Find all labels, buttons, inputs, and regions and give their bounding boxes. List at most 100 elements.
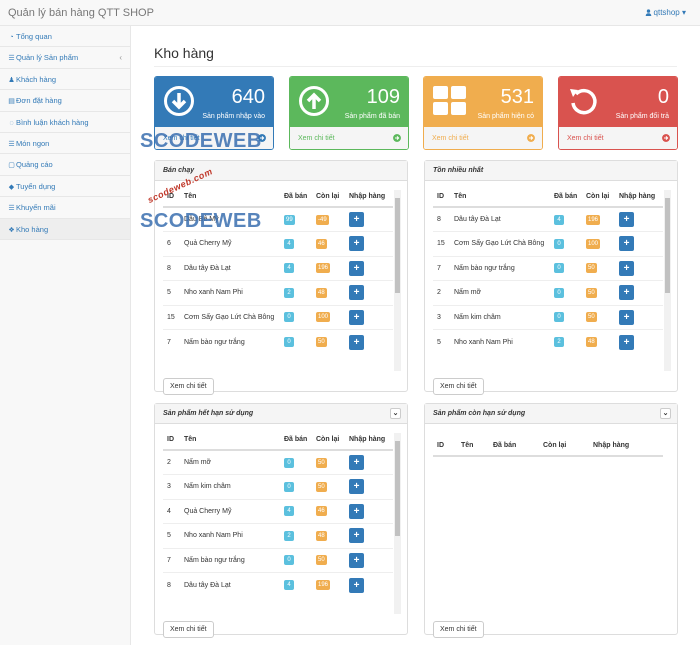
import-button[interactable]: + [349,285,364,301]
import-button[interactable]: + [349,503,364,519]
square-icon: ▢ [8,162,15,170]
user-name: qttshop ▾ [653,8,686,17]
sidebar-item-warehouse[interactable]: ❖Kho hàng [0,218,130,240]
import-button[interactable]: + [619,285,634,301]
card-returned: 0 Sản phẩm đổi trả Xem chi tiết [558,76,678,150]
col-sold: Đã bán [280,433,312,451]
sidebar-item-dashboard[interactable]: ◔ Tổng quan [0,26,130,48]
sidebar: ◔ Tổng quan ☰Quản lý Sản phẩm ‹ ♟Khách hàn… [0,26,131,645]
panel-most-stock: Tồn nhiều nhất ID Tên Đã bán Còn lại Nhậ… [424,160,678,395]
cell-id: 3 [433,304,450,330]
user-menu[interactable]: qttshop ▾ [645,8,686,17]
scrollbar-thumb[interactable] [665,198,670,293]
table-row: 8 Dâu tây Đà Lạt 4 196 + [433,206,663,232]
watermark-logo: SCODEWEB [140,210,262,232]
plus-icon: + [353,505,360,517]
top-navbar: Quản lý bán hàng QTT SHOP qttshop ▾ [0,0,700,26]
cell-id: 8 [163,572,180,597]
sold-badge: 4 [284,263,294,274]
import-button[interactable]: + [349,236,364,252]
product-table: ID Tên Đã bán Còn lại Nhập hàng 8 Dâu tây… [433,190,663,354]
plus-icon: + [353,336,360,348]
import-button[interactable]: + [619,212,634,227]
import-button[interactable]: + [349,455,364,470]
plus-icon: + [353,579,360,591]
detail-button[interactable]: Xem chi tiết [433,621,484,638]
cell-id: 6 [163,231,180,256]
left-badge: 46 [316,506,327,517]
import-button[interactable]: + [349,260,364,276]
card-caption: Sản phẩm đổi trả [615,113,669,120]
import-button[interactable]: + [349,528,364,544]
card-sold: 109 Sản phẩm đã bán Xem chi tiết [289,76,409,150]
scrollbar[interactable] [394,433,401,614]
import-button[interactable]: + [619,309,634,325]
import-button[interactable]: + [349,334,364,350]
plus-icon: + [623,214,630,225]
card-detail-link[interactable]: Xem chi tiết [559,127,677,149]
scrollbar[interactable] [664,190,671,371]
plus-icon: + [623,311,630,323]
cell-id: 2 [163,449,180,475]
sidebar-item-dishes[interactable]: ☰Món ngon [0,133,130,155]
panel-best-selling: Bán chạy ID Tên Đã bán Còn lại Nhập hàng… [154,160,408,395]
sidebar-item-recruitment[interactable]: ◆ Tuyển dụng [0,176,130,198]
card-value: 0 [657,86,669,108]
app-title[interactable]: Quản lý bán hàng QTT SHOP [8,7,154,19]
plus-icon: + [623,287,630,299]
sidebar-item-ads[interactable]: ▢Quảng cáo [0,154,130,176]
import-button[interactable]: + [619,260,634,276]
left-badge: 50 [316,337,327,347]
import-button[interactable]: + [349,479,364,495]
plus-icon: + [353,287,360,299]
scrollbar-thumb[interactable] [395,441,400,536]
cubes-icon: ❖ [8,226,15,234]
table-row: 8 Dâu tây Đà Lạt 4 196 + [163,572,393,597]
import-button[interactable]: + [349,212,364,227]
arrow-right-circle-icon [527,134,535,142]
collapse-toggle[interactable]: ⌄ [660,408,671,419]
collapse-toggle[interactable]: ⌄ [390,408,401,419]
panel-scroll-area[interactable]: ID Tên Đã bán Còn lại Nhập hàng 8 Dâu tây… [433,190,671,371]
sold-badge: 0 [284,337,294,347]
sold-badge: 4 [554,214,564,225]
table-row: 15 Cơm Sấy Gạo Lứt Chà Bông 0 100 + [163,304,393,330]
cell-name: Nấm bào ngư trắng [180,329,280,354]
card-detail-link[interactable]: Xem chi tiết [424,127,542,149]
sidebar-item-orders[interactable]: ▤Đơn đặt hàng [0,90,130,112]
arrow-down-circle-icon [164,86,194,116]
import-button[interactable]: + [349,309,364,325]
list-icon: ☰ [8,205,15,213]
col-left: Còn lại [539,433,589,457]
import-button[interactable]: + [349,577,364,593]
import-button[interactable]: + [619,334,634,350]
table-row: 15 Cơm Sấy Gạo Lứt Chà Bông 0 100 + [433,231,663,256]
cell-id: 7 [433,255,450,281]
sidebar-item-customers[interactable]: ♟Khách hàng [0,69,130,91]
import-button[interactable]: + [619,236,634,252]
table-row: 5 Nho xanh Nam Phi 2 48 + [163,523,393,548]
grid-icon [433,86,466,115]
table-row: 7 Nấm bào ngư trắng 0 50 + [433,255,663,281]
chevron-down-icon: ⌄ [662,410,669,417]
sidebar-item-promotions[interactable]: ☰Khuyến mãi [0,197,130,219]
scrollbar[interactable] [394,190,401,371]
list-icon: ☰ [8,55,15,63]
table-row: 3 Nấm kim châm 0 50 + [163,474,393,499]
sold-badge: 0 [284,312,294,323]
panel-scroll-area[interactable]: ID Tên Đã bán Còn lại Nhập hàng 2 Nấm mỡ 0… [163,433,401,614]
panel-title: Sản phẩm hết hạn sử dụng [163,410,254,417]
left-badge: 48 [316,287,327,298]
card-detail-link[interactable]: Xem chi tiết [290,127,408,149]
detail-button[interactable]: Xem chi tiết [163,621,214,638]
col-left: Còn lại [582,190,615,208]
detail-button[interactable]: Xem chi tiết [433,378,484,395]
cart-icon: ▤ [8,98,15,106]
scrollbar-thumb[interactable] [395,198,400,293]
cell-name: Nấm bào ngư trắng [450,255,550,281]
detail-button[interactable]: Xem chi tiết [163,378,214,395]
sidebar-item-products[interactable]: ☰Quản lý Sản phẩm ‹ [0,47,130,69]
import-button[interactable]: + [349,552,364,568]
sidebar-item-comments[interactable]: ◌ Bình luận khách hàng [0,112,130,133]
cell-name: Quả Cherry Mỹ [180,231,280,256]
